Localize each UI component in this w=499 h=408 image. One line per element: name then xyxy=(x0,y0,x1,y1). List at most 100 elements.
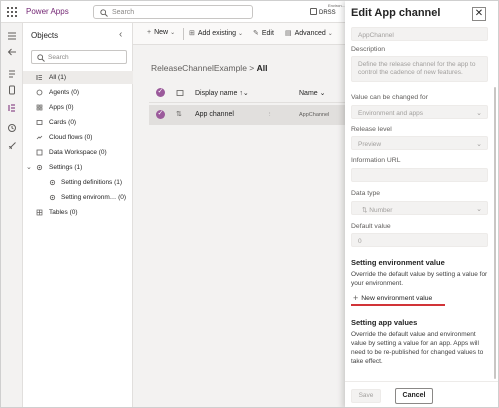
app-section-title: Setting app values xyxy=(351,318,418,327)
edit-button[interactable]: ✎ Edit xyxy=(253,29,274,37)
select-all-checkbox[interactable] xyxy=(156,87,165,97)
card-icon xyxy=(36,120,43,125)
column-header-display-name[interactable]: Display name ↑⌄ xyxy=(195,89,249,97)
search-icon xyxy=(100,9,108,17)
app-launcher-icon[interactable] xyxy=(7,7,17,17)
value-changed-label: Value can be changed for xyxy=(351,94,428,101)
menu-icon[interactable] xyxy=(7,31,17,41)
chevron-down-icon: ⌄ xyxy=(476,206,482,213)
tree-item-count: (0) xyxy=(65,104,74,111)
chevron-down-icon[interactable]: ⌄ xyxy=(26,163,32,171)
tree-item-label: Agents xyxy=(49,89,70,96)
app-name[interactable]: Power Apps xyxy=(26,7,69,16)
new-environment-value-label: New environment value xyxy=(361,295,433,302)
chevron-down-icon: ⌄ xyxy=(476,141,482,148)
row-checkbox[interactable] xyxy=(156,109,165,119)
save-button[interactable]: Save xyxy=(351,389,381,403)
row-more-icon[interactable]: ⋮ xyxy=(267,112,273,118)
table-row[interactable]: ⇅ App channel ⋮ AppChannel xyxy=(149,105,345,125)
divider xyxy=(183,28,184,40)
objects-title: Objects xyxy=(31,31,59,40)
tree-item-count: (0) xyxy=(68,119,77,126)
agent-icon xyxy=(36,89,43,96)
close-icon[interactable]: ✕ xyxy=(472,7,486,21)
column-label: Display name xyxy=(195,90,238,97)
tree-item-tables[interactable]: Tables (0) xyxy=(23,206,133,219)
settings-icon xyxy=(49,179,56,186)
search-icon xyxy=(37,54,45,62)
data-type-text: Number xyxy=(369,207,393,214)
tree-item-label: Setting environm… xyxy=(61,194,117,201)
default-value-label: Default value xyxy=(351,223,391,230)
add-existing-label: Add existing xyxy=(197,30,237,37)
left-rail xyxy=(1,23,23,407)
objects-search-placeholder: Search xyxy=(48,54,69,61)
collapse-pane-chevron-icon[interactable]: ‹ xyxy=(119,30,127,40)
data-type-label: Data type xyxy=(351,190,381,197)
breadcrumb-separator: > xyxy=(249,63,255,73)
tree-item-settings[interactable]: ⌄ Settings (1) xyxy=(23,161,133,174)
breadcrumb: ReleaseChannelExample > All xyxy=(151,63,268,73)
add-existing-button[interactable]: ⊞ Add existing ⌄ xyxy=(189,29,243,37)
tree-item-count: (0) xyxy=(84,134,93,141)
name-field: AppChannel xyxy=(351,27,488,41)
panel-scrollbar[interactable] xyxy=(494,87,496,379)
objects-icon[interactable] xyxy=(7,103,17,113)
cancel-button[interactable]: Cancel xyxy=(395,388,433,404)
name-value: AppChannel xyxy=(358,32,394,39)
setting-icon: ⇅ xyxy=(176,111,182,118)
description-field: Define the release channel for the app t… xyxy=(351,56,488,82)
command-bar: + New ⌄ ⊞ Add existing ⌄ ✎ Edit ▤ Advanced ⌄ xyxy=(133,23,345,45)
tree-item-label: Settings xyxy=(49,164,73,171)
advanced-button[interactable]: ▤ Advanced ⌄ xyxy=(285,29,333,37)
environment-name[interactable]: DRSS xyxy=(319,10,336,16)
tree-item-label: Apps xyxy=(49,104,64,111)
tree-item-label: Data Workspace xyxy=(49,149,97,156)
release-level-dropdown: Preview ⌄ xyxy=(351,136,488,150)
settings-icon xyxy=(49,194,56,201)
row-display-name[interactable]: App channel xyxy=(195,111,234,118)
panel-footer: Save Cancel xyxy=(345,381,498,407)
column-header-name[interactable]: Name ⌄ xyxy=(299,89,326,97)
rocket-icon[interactable] xyxy=(7,141,17,151)
environment-icon xyxy=(310,8,317,15)
back-icon[interactable] xyxy=(7,47,17,57)
flow-icon xyxy=(36,135,43,140)
tree-item-cards[interactable]: Cards (0) xyxy=(23,116,133,129)
advanced-icon: ▤ xyxy=(285,30,292,37)
default-value-field: 0 xyxy=(351,233,488,247)
column-label: Name xyxy=(299,90,318,97)
info-url-field xyxy=(351,168,488,182)
tree-item-count: (0) xyxy=(118,194,127,201)
row-name: AppChannel xyxy=(299,112,330,118)
new-label: New xyxy=(154,29,169,36)
tree-item-data-workspace[interactable]: Data Workspace (0) xyxy=(23,146,133,159)
tree-item-count: (0) xyxy=(69,209,78,216)
phone-icon[interactable] xyxy=(7,85,17,95)
tree-item-agents[interactable]: Agents (0) xyxy=(23,86,133,99)
tree-item-all[interactable]: All (1) xyxy=(23,71,133,84)
search-placeholder: Search xyxy=(112,9,135,16)
description-label: Description xyxy=(351,46,385,53)
apps-icon xyxy=(36,104,43,111)
breadcrumb-parent[interactable]: ReleaseChannelExample xyxy=(151,63,247,73)
tree-item-count: (1) xyxy=(58,74,66,81)
tree-item-setting-definitions[interactable]: Setting definitions (1) xyxy=(23,176,133,189)
objects-search-input[interactable]: Search xyxy=(31,50,127,64)
history-icon[interactable] xyxy=(7,123,17,133)
app-section-text: Override the default value and environme… xyxy=(351,331,484,365)
tree-item-setting-environment-values[interactable]: Setting environm… (0) xyxy=(23,191,133,204)
new-environment-value-button[interactable]: + New environment value xyxy=(353,292,433,303)
tree-item-cloud-flows[interactable]: Cloud flows (0) xyxy=(23,131,133,144)
environment-label: Environ… xyxy=(328,3,346,8)
chevron-down-icon: ⌄ xyxy=(327,31,333,37)
new-button[interactable]: + New ⌄ xyxy=(147,29,175,36)
workspace-icon xyxy=(36,149,43,156)
description-value: Define the release channel for the app t… xyxy=(358,61,476,76)
overview-icon[interactable] xyxy=(7,69,17,79)
tree-item-apps[interactable]: Apps (0) xyxy=(23,101,133,114)
sort-arrow-icon: ↑⌄ xyxy=(239,90,249,97)
chevron-down-icon: ⌄ xyxy=(476,110,482,117)
global-search-input[interactable]: Search xyxy=(93,5,253,19)
tree-item-label: Tables xyxy=(49,209,68,216)
